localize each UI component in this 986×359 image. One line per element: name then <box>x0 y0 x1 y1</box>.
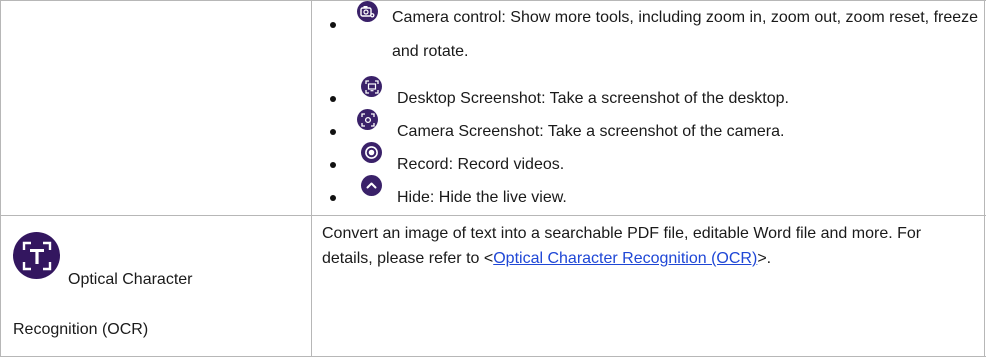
bullet-text: Camera Screenshot: Take a screenshot of … <box>397 123 785 140</box>
ocr-icon <box>13 232 60 279</box>
bullet-text: Record: Record videos. <box>397 156 565 173</box>
desktop-screenshot-icon <box>361 76 382 97</box>
feature-name-line2: Recognition (OCR) <box>13 321 149 338</box>
bullet-text: Camera control: Show more tools, includi… <box>392 9 979 60</box>
bullet-dot <box>330 162 336 168</box>
table-border-bottom <box>0 356 986 357</box>
table-row-divider <box>0 215 986 216</box>
feature-description: Convert an image of text into a searchab… <box>322 221 962 271</box>
bullet-dot <box>330 195 336 201</box>
table-border-left <box>0 0 1 357</box>
bullet-dot <box>330 129 336 135</box>
record-icon <box>361 142 382 163</box>
bullet-text: Hide: Hide the live view. <box>397 189 567 206</box>
camera-control-icon <box>357 1 378 22</box>
camera-screenshot-icon <box>357 109 378 130</box>
table-column-divider <box>311 0 312 357</box>
ocr-reference-link[interactable]: Optical Character Recognition (OCR) <box>493 250 757 267</box>
bullet-dot <box>330 96 336 102</box>
description-suffix: >. <box>757 250 772 267</box>
bullet-text: Desktop Screenshot: Take a screenshot of… <box>397 90 789 107</box>
chevron-up-icon <box>361 175 382 196</box>
feature-table: Camera control: Show more tools, includi… <box>0 0 986 359</box>
bullet-dot <box>330 22 336 28</box>
feature-name-line1: Optical Character <box>68 271 193 288</box>
